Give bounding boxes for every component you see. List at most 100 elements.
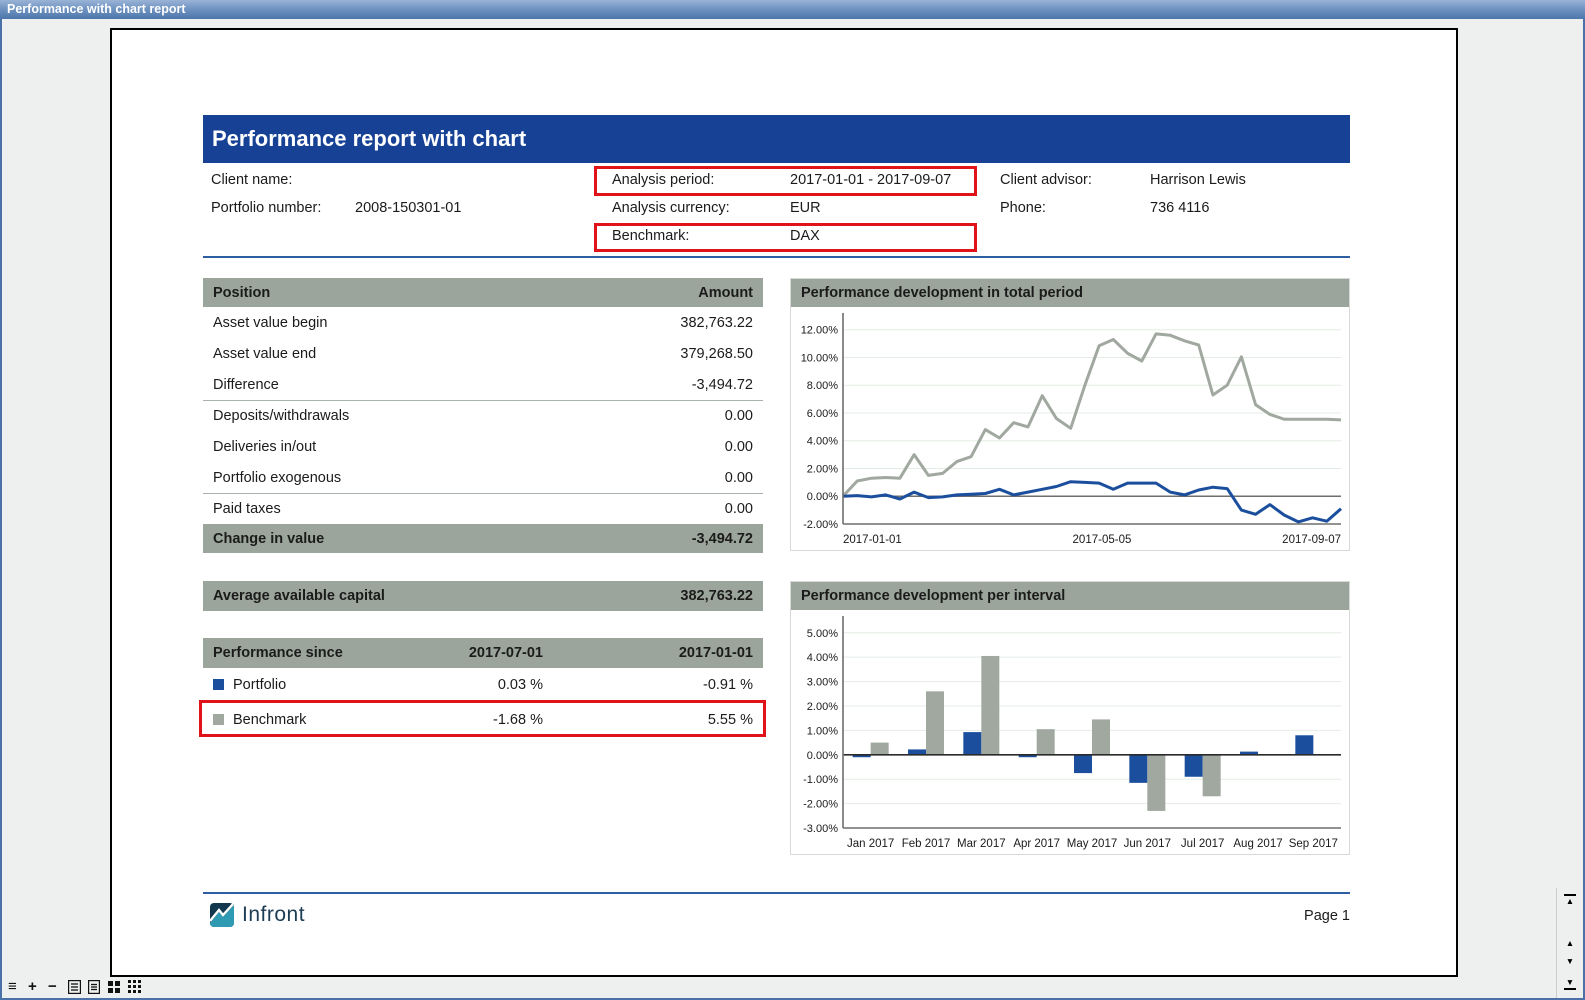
info-separator-line (203, 256, 1350, 258)
benchmark-series-line (843, 334, 1341, 496)
grid-2x2-icon (108, 981, 121, 994)
row-label: Difference (213, 377, 279, 393)
svg-text:Jan 2017: Jan 2017 (847, 838, 894, 850)
svg-text:Jul 2017: Jul 2017 (1181, 838, 1224, 850)
single-page-button[interactable] (88, 979, 108, 995)
svg-text:0.00%: 0.00% (807, 750, 838, 762)
svg-text:Feb 2017: Feb 2017 (902, 838, 951, 850)
table-row: Asset value begin 382,763.22 (203, 307, 763, 338)
svg-text:-3.00%: -3.00% (803, 823, 838, 835)
vertical-scrollbar[interactable]: ▲ ▲ ▼ ▼ (1556, 888, 1583, 998)
row-value: 5.55 % (543, 712, 753, 728)
zoom-out-icon: − (48, 980, 57, 994)
row-value: -1.68 % (383, 712, 543, 728)
row-value: 0.03 % (383, 677, 543, 693)
benchmark-bar (1147, 755, 1165, 811)
scroll-down-icon: ▼ (1566, 956, 1574, 966)
thumbnail-view-button[interactable] (128, 979, 148, 995)
benchmark-legend-swatch (213, 714, 224, 725)
svg-text:2017-09-07: 2017-09-07 (1282, 534, 1341, 546)
portfolio-legend-swatch (213, 679, 224, 690)
scroll-to-top-button[interactable]: ▲ (1564, 894, 1576, 906)
portfolio-bar (1185, 755, 1203, 777)
row-label: Asset value end (213, 346, 316, 362)
row-label: Change in value (213, 531, 324, 547)
scroll-up-button[interactable]: ▲ (1564, 939, 1576, 948)
svg-text:10.00%: 10.00% (801, 352, 839, 364)
per-interval-chart-title: Performance development per interval (791, 582, 1349, 610)
performance-table-header: Performance since 2017-07-01 2017-01-01 (203, 638, 763, 668)
scroll-to-bottom-button[interactable]: ▼ (1564, 978, 1576, 990)
svg-text:May 2017: May 2017 (1067, 838, 1118, 850)
infront-logo-icon (209, 902, 235, 928)
row-value: 0.00 (725, 470, 753, 486)
window-titlebar: Performance with chart report (0, 0, 1585, 19)
svg-text:Jun 2017: Jun 2017 (1124, 838, 1171, 850)
table-row: Portfolio exogenous 0.00 (203, 462, 763, 493)
portfolio-number-value: 2008-150301-01 (355, 200, 461, 220)
svg-text:4.00%: 4.00% (807, 436, 838, 448)
row-value: -0.91 % (543, 677, 753, 693)
total-period-chart-title: Performance development in total period (791, 279, 1349, 307)
svg-text:4.00%: 4.00% (807, 652, 838, 664)
benchmark-row: Benchmark -1.68 % 5.55 % (203, 702, 763, 736)
svg-text:3.00%: 3.00% (807, 677, 838, 689)
row-label: Deposits/withdrawals (213, 408, 349, 424)
row-label: Asset value begin (213, 315, 327, 331)
portfolio-bar (1129, 755, 1147, 783)
row-value: -3,494.72 (692, 531, 753, 547)
scroll-to-top-icon: ▲ (1566, 896, 1574, 906)
row-value: 0.00 (725, 501, 753, 517)
portfolio-number-label: Portfolio number: (211, 200, 321, 220)
svg-text:-2.00%: -2.00% (803, 519, 838, 531)
page-view-button[interactable] (68, 979, 88, 995)
scroll-to-bottom-icon: ▼ (1566, 977, 1574, 987)
amount-header-label: Amount (698, 285, 753, 301)
analysis-period-label: Analysis period: (612, 172, 714, 192)
grid-3x3-dots-icon (128, 980, 142, 994)
svg-text:6.00%: 6.00% (807, 408, 838, 420)
perf-header-date-1: 2017-07-01 (383, 645, 543, 661)
zoom-in-icon: + (28, 980, 37, 994)
portfolio-bar (908, 749, 926, 754)
row-value: 379,268.50 (680, 346, 753, 362)
benchmark-bar (1092, 719, 1110, 754)
perf-header-label: Performance since (213, 645, 383, 661)
zoom-in-button[interactable]: + (28, 979, 48, 995)
total-period-chart-panel: Performance development in total period … (790, 278, 1350, 551)
svg-text:-2.00%: -2.00% (803, 799, 838, 811)
row-value: 382,763.22 (680, 315, 753, 331)
total-period-line-chart: -2.00%0.00%2.00%4.00%6.00%8.00%10.00%12.… (791, 307, 1349, 550)
portfolio-row: Portfolio 0.03 % -0.91 % (203, 668, 763, 702)
average-capital-bar: Average available capital 382,763.22 (203, 581, 763, 611)
report-title: Performance report with chart (212, 126, 526, 152)
report-title-bar: Performance report with chart (203, 115, 1350, 163)
benchmark-bar (926, 691, 944, 754)
row-value: 0.00 (725, 408, 753, 424)
perf-header-date-2: 2017-01-01 (543, 645, 753, 661)
window-title: Performance with chart report (7, 2, 186, 16)
position-header-label: Position (213, 285, 270, 301)
analysis-period-value: 2017-01-01 - 2017-09-07 (790, 172, 951, 192)
svg-text:2017-05-05: 2017-05-05 (1073, 534, 1132, 546)
single-page-icon (88, 980, 100, 994)
client-name-label: Client name: (211, 172, 292, 192)
scroll-down-button[interactable]: ▼ (1564, 957, 1576, 966)
svg-text:Sep 2017: Sep 2017 (1289, 838, 1338, 850)
phone-value: 736 4116 (1150, 200, 1209, 220)
portfolio-bar (1074, 755, 1092, 773)
analysis-currency-label: Analysis currency: (612, 200, 730, 220)
row-label: Deliveries in/out (213, 439, 316, 455)
two-page-view-button[interactable] (108, 979, 128, 995)
zoom-out-button[interactable]: − (48, 979, 68, 995)
menu-button[interactable]: ≡ (8, 979, 28, 995)
benchmark-label: Benchmark: (612, 228, 689, 248)
table-row: Paid taxes 0.00 (203, 493, 763, 524)
benchmark-bar (1203, 755, 1221, 796)
scroll-up-icon: ▲ (1566, 938, 1574, 948)
client-advisor-label: Client advisor: (1000, 172, 1092, 192)
svg-text:2.00%: 2.00% (807, 463, 838, 475)
svg-text:-1.00%: -1.00% (803, 774, 838, 786)
menu-icon: ≡ (8, 980, 17, 994)
row-value: -3,494.72 (692, 377, 753, 393)
